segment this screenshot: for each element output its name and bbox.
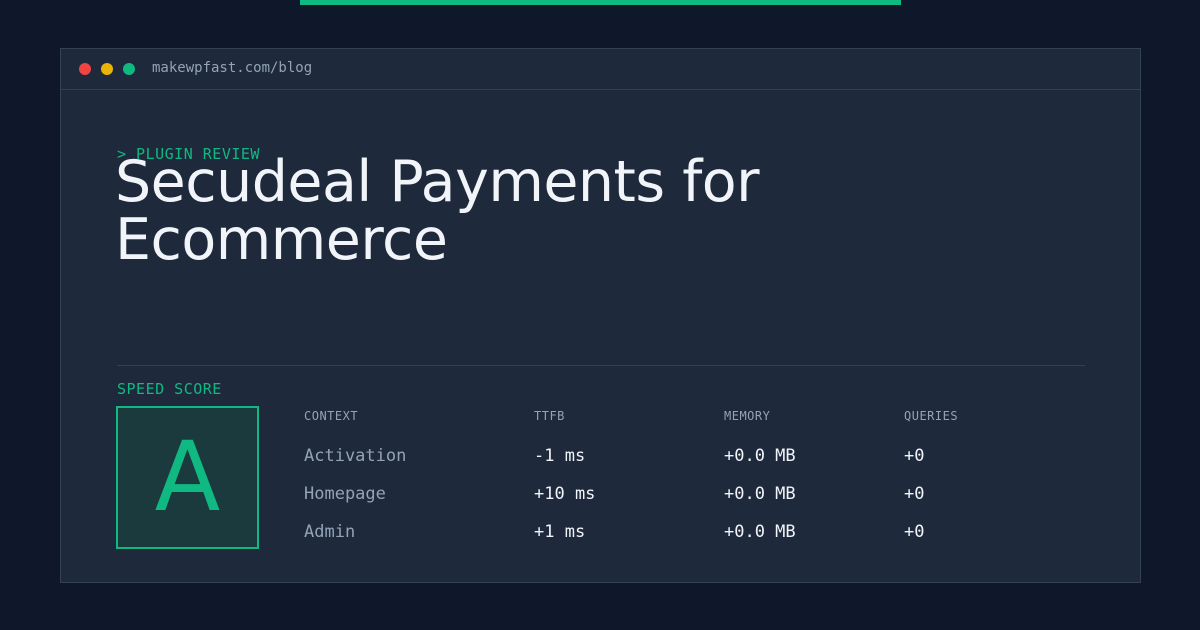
cell-queries: +0: [904, 446, 925, 466]
page-title: Secudeal Payments for Ecommerce: [115, 149, 760, 273]
table-row: Admin +1 ms +0.0 MB +0: [61, 520, 1140, 544]
cell-context: Homepage: [304, 484, 386, 504]
table-row: Homepage +10 ms +0.0 MB +0: [61, 482, 1140, 506]
window-titlebar: makewpfast.com/blog: [61, 49, 1140, 90]
cell-ttfb: -1 ms: [534, 446, 586, 466]
section-divider: [117, 365, 1085, 366]
table-row: Activation -1 ms +0.0 MB +0: [61, 444, 1140, 468]
maximize-dot-icon[interactable]: [123, 63, 135, 75]
cell-queries: +0: [904, 522, 925, 542]
cell-queries: +0: [904, 484, 925, 504]
close-dot-icon[interactable]: [79, 63, 91, 75]
browser-window: makewpfast.com/blog > PLUGIN REVIEW Secu…: [60, 48, 1141, 583]
cell-memory: +0.0 MB: [724, 484, 796, 504]
cell-context: Activation: [304, 446, 407, 466]
cell-ttfb: +10 ms: [534, 484, 596, 504]
speed-score-label: SPEED SCORE: [117, 380, 222, 398]
cell-memory: +0.0 MB: [724, 522, 796, 542]
column-header-context: CONTEXT: [304, 409, 359, 423]
cell-ttfb: +1 ms: [534, 522, 586, 542]
column-header-ttfb: TTFB: [534, 409, 565, 423]
cell-context: Admin: [304, 522, 356, 542]
cell-memory: +0.0 MB: [724, 446, 796, 466]
top-accent-bar: [300, 0, 901, 5]
column-header-queries: QUERIES: [904, 409, 959, 423]
minimize-dot-icon[interactable]: [101, 63, 113, 75]
column-header-memory: MEMORY: [724, 409, 771, 423]
address-url[interactable]: makewpfast.com/blog: [152, 59, 312, 77]
